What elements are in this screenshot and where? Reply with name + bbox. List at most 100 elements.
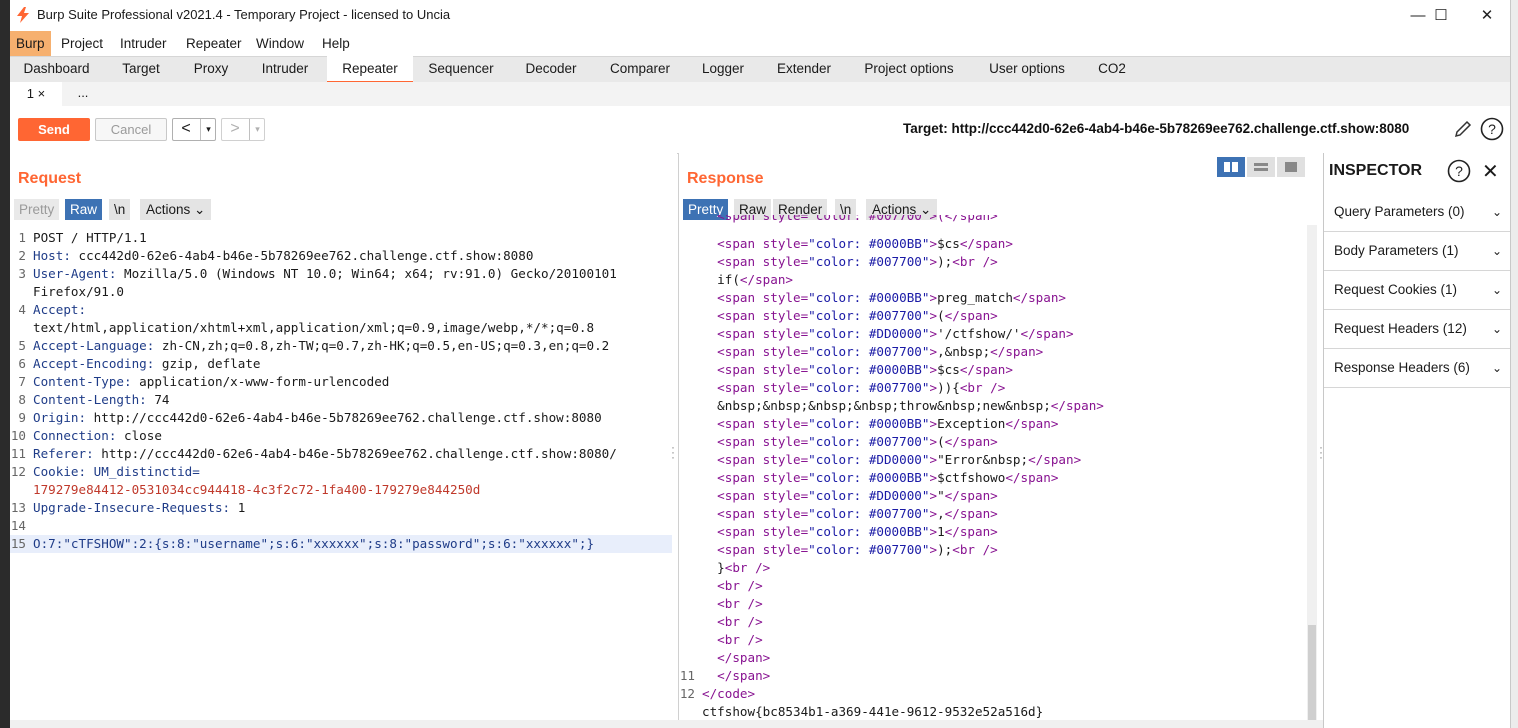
line-content: <br /> [702, 632, 763, 647]
line-number: 2 [18, 248, 26, 263]
response-code-line: <br /> [679, 631, 1305, 649]
response-scrollbar[interactable] [1307, 225, 1317, 725]
repeater-new-tab[interactable]: ... [66, 82, 100, 106]
line-content: Origin: http://ccc442d0-62e6-4ab4-b46e-5… [33, 410, 602, 425]
inspector-response-headers[interactable]: Response Headers (6) ⌄ [1324, 349, 1510, 388]
inspector-section-label: Response Headers (6) [1334, 360, 1470, 375]
line-content: &nbsp;&nbsp;&nbsp;&nbsp;throw&nbsp;new&n… [702, 398, 1104, 413]
line-content: Content-Length: 74 [33, 392, 170, 407]
line-content: O:7:"cTFSHOW":2:{s:8:"username";s:6:"xxx… [33, 536, 595, 551]
line-number: 11 [10, 446, 26, 461]
request-code-line: 8 Content-Length: 74 [10, 391, 672, 409]
menu-window[interactable]: Window [250, 31, 310, 56]
line-content: Content-Type: application/x-www-form-url… [33, 374, 390, 389]
tab-extender[interactable]: Extender [766, 56, 842, 82]
request-code-line: 15 O:7:"cTFSHOW":2:{s:8:"username";s:6:"x… [10, 535, 672, 553]
tab-target[interactable]: Target [112, 56, 170, 82]
menu-project[interactable]: Project [55, 31, 109, 56]
response-code-line: <span style="color: #0000BB">$ctfshowo</… [679, 469, 1305, 487]
tab-user-options[interactable]: User options [978, 56, 1076, 82]
tab-dashboard[interactable]: Dashboard [14, 56, 99, 82]
line-number: 8 [18, 392, 26, 407]
response-editor[interactable]: <span style="color: #007700">(</span> <s… [679, 215, 1305, 725]
response-code-line: <span style="color: #007700">(</span> [679, 307, 1305, 325]
edit-target-icon[interactable] [1453, 119, 1473, 139]
tab-sequencer[interactable]: Sequencer [421, 56, 501, 82]
request-code-line: 2 Host: ccc442d0-62e6-4ab4-b46e-5b78269ee… [10, 247, 672, 265]
repeater-subtab-1[interactable]: 1 × [10, 82, 62, 108]
menu-repeater[interactable]: Repeater [180, 31, 248, 56]
line-content: Firefox/91.0 [33, 284, 124, 299]
history-back-button[interactable]: < ▾ [172, 118, 216, 141]
tab-project-options[interactable]: Project options [853, 56, 965, 82]
request-code-line: 6 Accept-Encoding: gzip, deflate [10, 355, 672, 373]
line-content: </code> [702, 686, 756, 701]
inspector-help-icon[interactable]: ? [1447, 159, 1471, 183]
tab-comparer[interactable]: Comparer [600, 56, 680, 82]
chevron-down-icon: ⌄ [1491, 244, 1502, 258]
line-content: <span style="color: #007700">)){<br /> [702, 380, 1006, 395]
response-code-line: ctfshow{bc8534b1-a369-441e-9612-9532e52a… [679, 703, 1305, 721]
response-code-line: 12 </code> [679, 685, 1305, 703]
request-resize-grip-icon[interactable]: · · · [671, 441, 675, 463]
cancel-button[interactable]: Cancel [95, 118, 167, 141]
response-code-line: <span style="color: #DD0000">'/ctfshow/'… [679, 325, 1305, 343]
request-actions-label: Actions [146, 202, 191, 217]
tab-logger[interactable]: Logger [693, 56, 753, 82]
close-window-button[interactable]: ✕ [1464, 0, 1510, 31]
line-content: <span style="color: #0000BB">$cs</span> [702, 362, 1013, 377]
top-bottom-layout-icon[interactable] [1247, 157, 1275, 177]
request-code-line: 10 Connection: close [10, 427, 672, 445]
request-code-line: 5 Accept-Language: zh-CN,zh;q=0.8,zh-TW;q… [10, 337, 672, 355]
tab-decoder[interactable]: Decoder [515, 56, 587, 82]
response-code-line: <span style="color: #0000BB">Exception</… [679, 415, 1305, 433]
svg-text:?: ? [1455, 163, 1463, 179]
line-number: 1 [18, 230, 26, 245]
request-view-newline[interactable]: \n [109, 199, 131, 220]
help-icon[interactable]: ? [1480, 117, 1504, 141]
inspector-query-parameters[interactable]: Query Parameters (0) ⌄ [1324, 193, 1510, 232]
tab-co2[interactable]: CO2 [1088, 56, 1136, 82]
send-button[interactable]: Send [18, 118, 90, 141]
line-content: }<br /> [702, 560, 771, 575]
chevron-down-icon: ⌄ [1491, 361, 1502, 375]
forward-dropdown-icon[interactable]: ▾ [249, 119, 265, 140]
inspector-section-label: Query Parameters (0) [1334, 204, 1465, 219]
tab-intruder[interactable]: Intruder [251, 56, 319, 82]
inspector-close-icon[interactable]: ✕ [1482, 158, 1499, 186]
request-view-pretty[interactable]: Pretty [14, 199, 60, 220]
line-number: 3 [18, 266, 26, 281]
line-content: <span style="color: #0000BB">$ctfshowo</… [702, 470, 1059, 485]
response-code-line: <span style="color: #007700">);<br /> [679, 541, 1305, 559]
request-view-raw[interactable]: Raw [65, 199, 103, 220]
request-editor[interactable]: 1 POST / HTTP/1.1 2 Host: ccc442d0-62e6-4ab… [10, 227, 672, 717]
response-code-line: 11 </span> [679, 667, 1305, 685]
line-content: Host: ccc442d0-62e6-4ab4-b46e-5b78269ee7… [33, 248, 534, 263]
maximize-button[interactable]: ☐ [1418, 0, 1464, 31]
menu-help[interactable]: Help [316, 31, 356, 56]
line-content: <span style="color: #0000BB">1</span> [702, 524, 998, 539]
back-dropdown-icon[interactable]: ▾ [200, 119, 216, 140]
response-code-line: <br /> [679, 577, 1305, 595]
tabs-layout-icon[interactable] [1277, 157, 1305, 177]
inspector-body-parameters[interactable]: Body Parameters (1) ⌄ [1324, 232, 1510, 271]
menu-burp[interactable]: Burp [10, 31, 51, 56]
line-content: </span> [702, 668, 771, 683]
inspector-request-headers[interactable]: Request Headers (12) ⌄ [1324, 310, 1510, 349]
request-actions-dropdown[interactable]: Actions ⌄ [140, 199, 212, 220]
response-code-line: <span style="color: #DD0000">"</span> [679, 487, 1305, 505]
request-code-line: 7 Content-Type: application/x-www-form-ur… [10, 373, 672, 391]
side-by-side-layout-icon[interactable] [1217, 157, 1245, 177]
inspector-request-cookies[interactable]: Request Cookies (1) ⌄ [1324, 271, 1510, 310]
line-content: <span style="color: #0000BB">preg_match<… [702, 290, 1066, 305]
menu-intruder[interactable]: Intruder [114, 31, 173, 56]
line-content: Accept-Language: zh-CN,zh;q=0.8,zh-TW;q=… [33, 338, 610, 353]
chevron-down-icon: ⌄ [1491, 283, 1502, 297]
tab-proxy[interactable]: Proxy [182, 56, 240, 82]
line-number: 15 [10, 536, 26, 551]
inspector-title: INSPECTOR [1329, 162, 1423, 179]
tab-repeater[interactable]: Repeater [327, 56, 413, 83]
line-content: text/html,application/xhtml+xml,applicat… [33, 320, 595, 335]
target-url: Target: http://ccc442d0-62e6-4ab4-b46e-5… [903, 121, 1410, 136]
history-forward-button[interactable]: > ▾ [221, 118, 265, 141]
